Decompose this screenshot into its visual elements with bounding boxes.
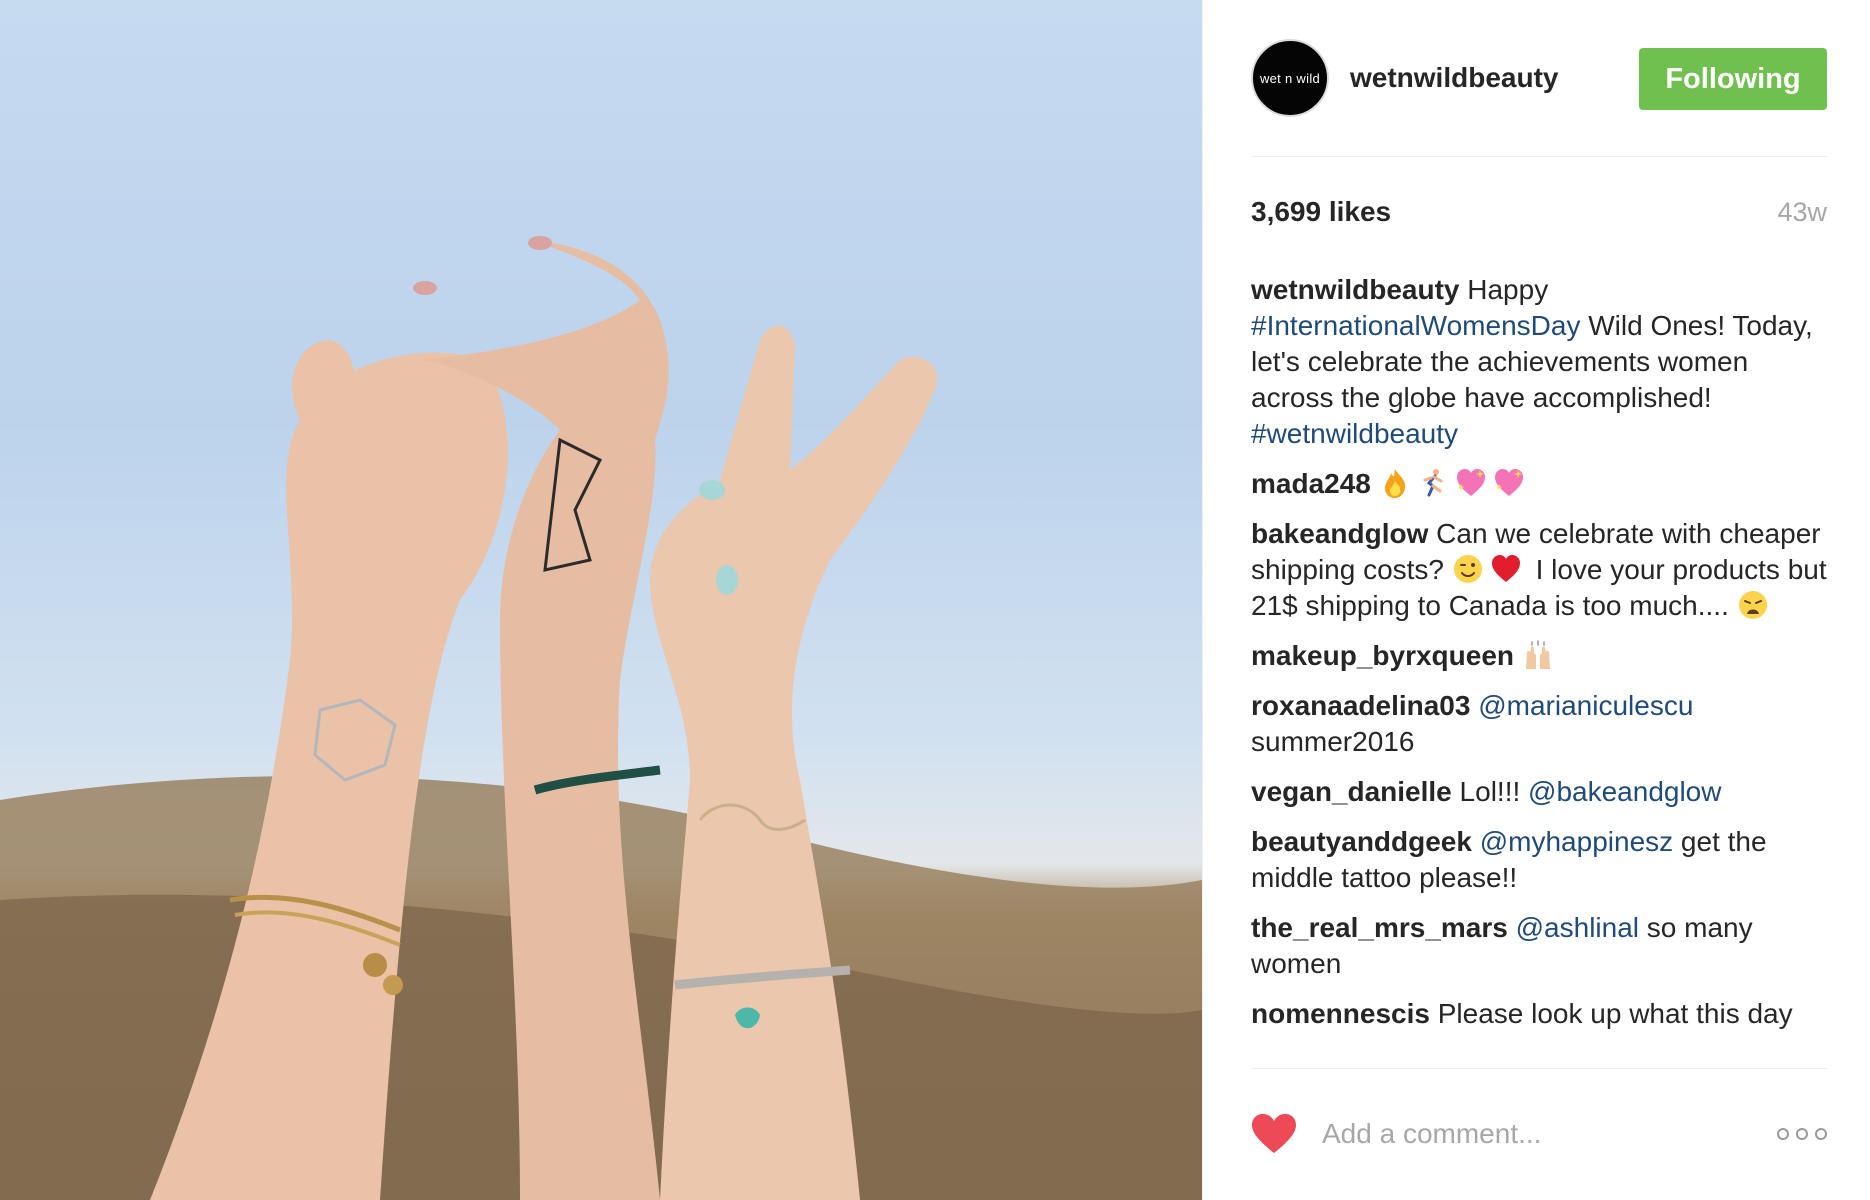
instagram-post: wet n wild wetnwildbeauty Following 3,69… [0,0,1870,1200]
heart-icon[interactable] [1251,1113,1297,1155]
avatar-logo-text: wet n wild [1259,70,1321,86]
comment-item: beautyanddgeek @myhappinesz get the midd… [1251,824,1827,896]
post-stats: 3,699 likes 43w [1251,196,1827,228]
comment-item: nomennescis Please look up what this day [1251,996,1827,1032]
raised-hands-icon [1522,639,1554,671]
comment-username[interactable]: nomennescis [1251,998,1430,1029]
photo-illustration [0,236,1202,1200]
sparkle-heart-icon [1455,467,1487,499]
hashtag-link[interactable]: #wetnwildbeauty [1251,418,1458,449]
post-photo[interactable] [0,0,1202,1200]
sparkle-heart-icon [1493,467,1525,499]
comment-username[interactable]: mada248 [1251,468,1371,499]
mention-link[interactable]: @bakeandglow [1528,776,1721,807]
comment-item: roxanaadelina03 @marianiculescu summer20… [1251,688,1827,760]
divider [1251,156,1827,157]
comment-username[interactable]: vegan_danielle [1251,776,1452,807]
red-heart-icon [1490,553,1522,585]
comment-item: vegan_danielle Lol!!! @bakeandglow [1251,774,1827,810]
comment-username[interactable]: makeup_byrxqueen [1251,640,1514,671]
mention-link[interactable]: @ashlinal [1516,912,1639,943]
post-timestamp: 43w [1777,196,1827,227]
comment-item: the_real_mrs_mars @ashlinal so many wome… [1251,910,1827,982]
hashtag-link[interactable]: #InternationalWomensDay [1251,310,1580,341]
divider [1251,1068,1827,1069]
comment-username[interactable]: bakeandglow [1251,518,1428,549]
comment-text: Lol!!! [1459,776,1529,807]
comments-list[interactable]: wetnwildbeauty Happy #InternationalWomen… [1251,272,1827,1068]
more-options-icon[interactable] [1777,1128,1827,1140]
comment-item: bakeandglow Can we celebrate with cheape… [1251,516,1827,624]
avatar[interactable]: wet n wild [1251,39,1329,117]
post-header: wet n wild wetnwildbeauty Following [1251,38,1827,118]
comment-text: summer2016 [1251,726,1415,757]
comment-text: Please look up what this day [1437,998,1793,1029]
comment-text: Happy [1467,274,1549,305]
account-username[interactable]: wetnwildbeauty [1350,62,1558,94]
comment-input[interactable] [1320,1109,1777,1159]
comment-item: mada248 [1251,466,1827,502]
comment-username[interactable]: roxanaadelina03 [1251,690,1470,721]
weary-face-icon [1737,589,1769,621]
mention-link[interactable]: @marianiculescu [1478,690,1693,721]
mention-link[interactable]: @myhappinesz [1480,826,1673,857]
runner-icon [1417,467,1449,499]
comment-username[interactable]: beautyanddgeek [1251,826,1472,857]
comment-username[interactable]: wetnwildbeauty [1251,274,1459,305]
wink-face-icon [1452,553,1484,585]
likes-count[interactable]: 3,699 likes [1251,196,1391,228]
post-caption: wetnwildbeauty Happy #InternationalWomen… [1251,272,1827,452]
comment-item: makeup_byrxqueen [1251,638,1827,674]
fire-icon [1379,467,1411,499]
comment-bar [1251,1106,1827,1162]
comment-username[interactable]: the_real_mrs_mars [1251,912,1508,943]
post-sidebar: wet n wild wetnwildbeauty Following 3,69… [1202,0,1870,1200]
following-button[interactable]: Following [1639,48,1827,110]
